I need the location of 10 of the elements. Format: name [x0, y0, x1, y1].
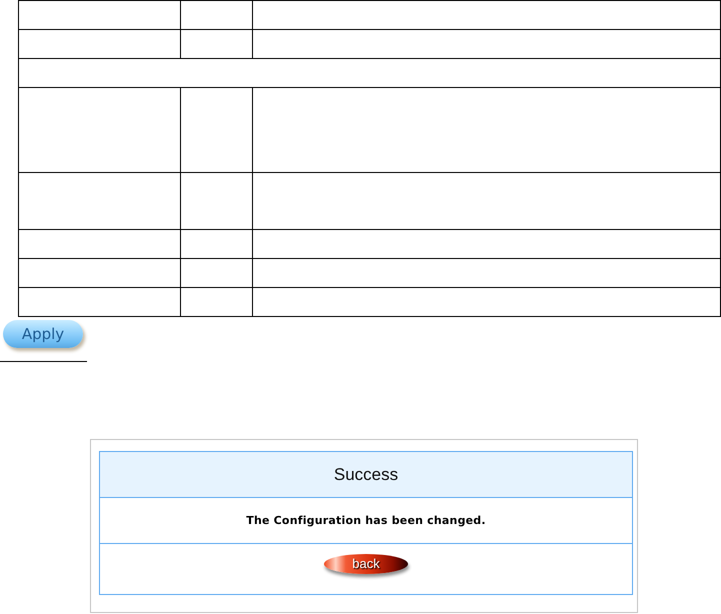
table-cell	[180, 258, 252, 288]
table-cell	[180, 288, 252, 316]
dialog-title: Success	[334, 464, 398, 484]
table-cell	[180, 0, 252, 30]
table-cell	[180, 230, 252, 258]
back-button[interactable]: back	[324, 554, 408, 574]
message-text: The Configuration has been changed.	[246, 514, 486, 527]
apply-button[interactable]: Apply	[3, 320, 83, 348]
table-cell	[180, 172, 252, 230]
table-cell	[180, 30, 252, 58]
